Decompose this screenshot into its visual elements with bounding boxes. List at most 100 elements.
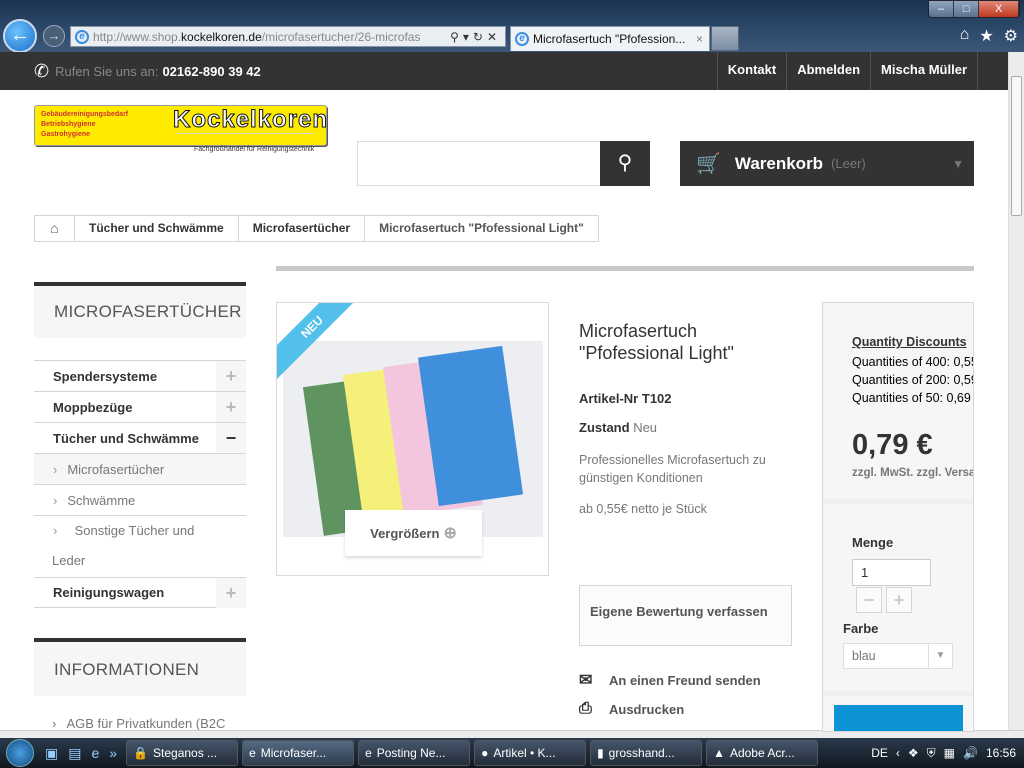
- color-select[interactable]: blau ▼: [843, 643, 953, 669]
- send-to-friend-link[interactable]: ✉ An einen Freund senden: [579, 670, 761, 690]
- show-desktop-icon[interactable]: ▣: [45, 745, 58, 762]
- forward-button[interactable]: →: [43, 25, 65, 47]
- account-link[interactable]: Mischa Müller: [870, 52, 978, 90]
- ie-icon: e: [75, 29, 89, 44]
- ie-icon: e: [249, 746, 256, 760]
- logout-link[interactable]: Abmelden: [786, 52, 870, 90]
- cart-label: Warenkorb: [734, 153, 824, 173]
- taskbar-item[interactable]: ▲ Adobe Acr...: [706, 740, 819, 766]
- window-controls: – □ X: [928, 0, 1020, 18]
- search-button[interactable]: ⚲: [600, 141, 650, 186]
- ie-icon[interactable]: e: [91, 745, 99, 761]
- gear-icon[interactable]: ⚙: [1004, 26, 1018, 46]
- sidebar-item-spendersysteme[interactable]: Spendersysteme +: [34, 360, 246, 391]
- taskbar-item[interactable]: ● Artikel • K...: [474, 740, 587, 766]
- quantity-discounts: Quantity Discounts Quantities of 400: 0,…: [852, 333, 974, 407]
- url-path: /microfasertucher/26-microfas: [261, 29, 421, 44]
- enlarge-button[interactable]: Vergrößern ⊕: [345, 510, 482, 556]
- envelope-icon: ✉: [579, 672, 593, 689]
- discount-row: Quantities of 200: 0,59 €: [852, 373, 973, 387]
- contact-link[interactable]: Kontakt: [716, 52, 786, 90]
- browser-tab[interactable]: e Microfasertuch "Pfofession... ×: [510, 26, 710, 51]
- quantity-increase-button[interactable]: +: [886, 587, 912, 613]
- breadcrumb-item[interactable]: Tücher und Schwämme: [75, 216, 239, 241]
- chevron-right-icon: ›: [53, 492, 58, 508]
- lock-icon: 🔒: [133, 746, 149, 760]
- divider: [276, 266, 974, 271]
- quantity-decrease-button[interactable]: −: [856, 587, 882, 613]
- expand-icon[interactable]: +: [216, 361, 246, 391]
- search-input[interactable]: [357, 141, 601, 186]
- product-description: Professionelles Microfasertuch zu günsti…: [579, 453, 766, 485]
- close-window-button[interactable]: X: [979, 1, 1019, 17]
- taskbar-item[interactable]: ▮ grosshand...: [590, 740, 703, 766]
- product-price: 0,79 €: [852, 429, 933, 461]
- logo-lines: Gebäudereinigungsbedarf Betriebshygiene Ga…: [41, 111, 129, 138]
- address-bar[interactable]: e http://www.shop. kockelkoren.de/microfa…: [70, 26, 506, 47]
- info-link[interactable]: › AGB für Privatkunden (B2C: [52, 712, 225, 730]
- back-button[interactable]: ←: [3, 19, 37, 53]
- volume-icon[interactable]: 🔊: [963, 746, 978, 760]
- discount-row: Quantities of 50: 0,69 €: [852, 391, 974, 405]
- product-net-price-note: ab 0,55€ netto je Stück: [579, 502, 707, 516]
- collapse-icon[interactable]: −: [216, 423, 246, 453]
- taskbar-item[interactable]: e Microfaser...: [242, 740, 355, 766]
- shop-logo[interactable]: Gebäudereinigungsbedarf Betriebshygiene Ga…: [34, 105, 328, 153]
- expand-icon[interactable]: +: [216, 578, 246, 608]
- printer-icon: ⎙: [579, 700, 592, 717]
- phone-number: 02162-890 39 42: [162, 64, 261, 79]
- cart-icon: 🛒: [696, 153, 721, 175]
- sidebar-subitem-microfasertuecher[interactable]: › Microfasertücher: [34, 453, 246, 484]
- sidebar-item-tuecher[interactable]: Tücher und Schwämme −: [34, 422, 246, 453]
- language-indicator[interactable]: DE: [871, 746, 888, 760]
- minimize-button[interactable]: –: [929, 1, 955, 17]
- address-tools-icons[interactable]: ⚲▾↻✕: [446, 29, 505, 44]
- home-icon[interactable]: ⌂: [35, 216, 75, 241]
- shop-topbar: ✆ Rufen Sie uns an: 02162-890 39 42 Kont…: [0, 52, 1008, 90]
- star-icon[interactable]: ★: [979, 26, 993, 46]
- network-icon[interactable]: ▦: [944, 746, 955, 760]
- more-icon[interactable]: »: [109, 745, 117, 761]
- chevron-down-icon: ▼: [952, 156, 964, 171]
- expand-icon[interactable]: +: [216, 392, 246, 422]
- new-tab-button[interactable]: [711, 26, 739, 51]
- url-domain: kockelkoren.de: [181, 29, 262, 44]
- sidebar-subitem-schwaemme[interactable]: › Schwämme: [34, 484, 246, 515]
- logo-tagline: Fachgroßhandel für Reinigungstechnik: [175, 133, 315, 164]
- breadcrumb-current: Microfasertuch "Pfofessional Light": [379, 221, 584, 235]
- add-to-cart-button[interactable]: [834, 705, 963, 731]
- start-button[interactable]: [0, 738, 40, 768]
- product-image-box[interactable]: NEU Vergrößern ⊕: [276, 302, 549, 576]
- home-icon[interactable]: ⌂: [960, 26, 970, 46]
- info-title: INFORMATIONEN: [34, 638, 246, 696]
- quantity-input[interactable]: 1: [852, 559, 931, 586]
- chevron-right-icon: ›: [53, 523, 61, 538]
- dropbox-icon[interactable]: ❖: [908, 746, 919, 760]
- taskbar: ▣ ▤ e » 🔒 Steganos ... e Microfaser... e Po…: [0, 738, 1024, 768]
- tab-close-icon[interactable]: ×: [696, 32, 703, 46]
- taskbar-item[interactable]: 🔒 Steganos ...: [126, 740, 239, 766]
- sidebar-item-moppbezuege[interactable]: Moppbezüge +: [34, 391, 246, 422]
- print-link[interactable]: ⎙ Ausdrucken: [579, 700, 684, 718]
- taskbar-item[interactable]: e Posting Ne...: [358, 740, 471, 766]
- clock[interactable]: 16:56: [986, 746, 1016, 760]
- browser-toolbar-icons: ⌂ ★ ⚙: [960, 26, 1018, 46]
- quantity-label: Menge: [852, 535, 894, 550]
- product-title: Microfasertuch "Pfofessional Light": [579, 321, 734, 363]
- write-review-button[interactable]: Eigene Bewertung verfassen: [579, 585, 792, 646]
- product-condition: Zustand Neu: [579, 420, 658, 435]
- vertical-scrollbar[interactable]: [1008, 52, 1024, 730]
- firefox-icon: ●: [481, 746, 489, 760]
- color-label: Farbe: [843, 621, 879, 636]
- system-tray: DE ‹ ❖ ⛨ ▦ 🔊 16:56: [871, 746, 1024, 761]
- shield-icon[interactable]: ⛨: [927, 746, 936, 761]
- switch-windows-icon[interactable]: ▤: [68, 745, 81, 762]
- chevron-left-icon[interactable]: ‹: [896, 746, 900, 760]
- restore-button[interactable]: □: [954, 1, 980, 17]
- breadcrumb-item[interactable]: Microfasertücher: [239, 216, 366, 241]
- cart-button[interactable]: 🛒 Warenkorb (Leer) ▼: [680, 141, 974, 186]
- windows-icon: [6, 739, 34, 767]
- sidebar-subitem-sonstige[interactable]: › Sonstige Tücher und Leder: [34, 515, 246, 577]
- sidebar-item-reinigungswagen[interactable]: Reinigungswagen +: [34, 577, 246, 608]
- ie-icon: e: [515, 32, 529, 46]
